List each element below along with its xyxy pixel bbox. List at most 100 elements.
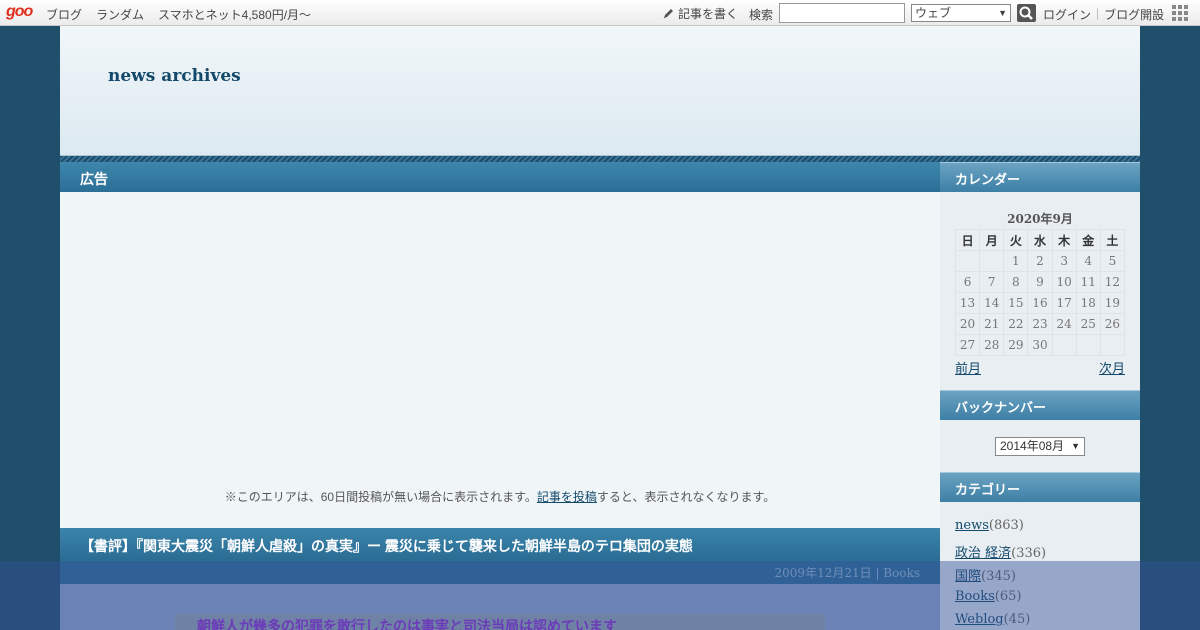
- category-count: (863): [988, 518, 1024, 533]
- search-label: 検索: [749, 8, 774, 22]
- calendar-day: 8: [1003, 271, 1029, 293]
- ad-note: ※このエリアは、60日間投稿が無い場合に表示されます。記事を投稿すると、表示され…: [60, 488, 940, 505]
- post-meta: 2009年12月21日 | Books: [60, 560, 940, 584]
- ad-area: [60, 192, 940, 528]
- calendar-day: 14: [979, 292, 1005, 314]
- top-nav: ブログ ランダム スマホとネット4,580円/月～: [46, 6, 311, 23]
- calendar-next-link[interactable]: 次月: [1099, 358, 1125, 377]
- weekday: 月: [979, 229, 1005, 251]
- category-link[interactable]: Books: [955, 589, 995, 604]
- backnumber-value: 2014年08月: [1000, 439, 1065, 453]
- dropdown-arrow-icon: ▼: [1071, 441, 1080, 451]
- account-links: ログイン | ブログ開設: [1043, 6, 1164, 23]
- nav-random-link[interactable]: ランダム: [96, 6, 144, 23]
- calendar-day: 30: [1027, 334, 1053, 356]
- calendar-day: 7: [979, 271, 1005, 293]
- divider: |: [1096, 6, 1100, 20]
- write-post-label: 記事を書く: [678, 7, 739, 21]
- calendar-day: 5: [1099, 250, 1126, 272]
- login-link[interactable]: ログイン: [1043, 6, 1091, 23]
- list-item: 国際(345): [955, 565, 1046, 589]
- calendar-table: 日 月 火 水 木 金 土 1 2 3 4 5 6 7 8 9 10 11 12…: [954, 229, 1126, 356]
- calendar-day: [1099, 334, 1126, 356]
- post-body: 朝鮮人が幾多の犯罪を敢行したのは事実と司法当局は認めています: [60, 584, 940, 630]
- weekday: 木: [1051, 229, 1077, 251]
- write-post-inline-link[interactable]: 記事を投稿: [537, 490, 597, 504]
- post-title[interactable]: 【書評】『関東大震災「朝鮮人虐殺」の真実』ー 震災に乗じて襲来した朝鮮半島のテロ…: [60, 528, 940, 560]
- calendar-day: 19: [1099, 292, 1126, 314]
- category-count: (65): [994, 588, 1022, 604]
- blog-header: news archives: [60, 26, 1140, 156]
- calendar-day: 10: [1051, 271, 1077, 293]
- calendar-day: 13: [954, 292, 981, 314]
- calendar-day: [979, 250, 1005, 272]
- top-toolbar: goo ブログ ランダム スマホとネット4,580円/月～ 記事を書く 検索 ウ…: [0, 0, 1200, 26]
- calendar-day: 18: [1075, 292, 1101, 314]
- post-image: 朝鮮人が幾多の犯罪を敢行したのは事実と司法当局は認めています: [175, 614, 825, 630]
- list-item: Books(65): [955, 589, 1046, 613]
- post-date: 2009年12月21日: [774, 566, 872, 580]
- calendar-day: 20: [954, 313, 981, 335]
- goo-logo[interactable]: goo: [6, 3, 33, 21]
- list-item: Weblog(45): [955, 612, 1046, 630]
- category-count: (336): [1011, 545, 1047, 561]
- category-count: (45): [1003, 612, 1031, 627]
- weekday: 金: [1075, 229, 1101, 251]
- nav-promo-link[interactable]: スマホとネット4,580円/月～: [158, 6, 311, 23]
- calendar-day: 17: [1051, 292, 1077, 314]
- calendar-day: 22: [1003, 313, 1029, 335]
- calendar-day: [1051, 334, 1077, 356]
- calendar-day: 15: [1003, 292, 1029, 314]
- calendar-month: 2020年9月: [1007, 212, 1073, 226]
- ad-heading: 広告: [60, 162, 940, 192]
- category-heading: カテゴリー: [940, 472, 1140, 502]
- weekday: 日: [954, 229, 981, 251]
- ad-note-text: ※このエリアは、60日間投稿が無い場合に表示されます。: [224, 490, 537, 504]
- nav-blog-link[interactable]: ブログ: [46, 6, 82, 23]
- calendar-day: 4: [1075, 250, 1101, 272]
- calendar-day: 25: [1075, 313, 1101, 335]
- write-post-link[interactable]: 記事を書く: [662, 5, 738, 22]
- search-input[interactable]: [779, 3, 905, 23]
- search-scope-value: ウェブ: [915, 6, 952, 20]
- apps-grid-icon[interactable]: [1172, 5, 1188, 21]
- calendar-day: 27: [954, 334, 981, 356]
- calendar-day: 21: [979, 313, 1005, 335]
- main-column: 広告 ※このエリアは、60日間投稿が無い場合に表示されます。記事を投稿すると、表…: [60, 162, 940, 630]
- backnumber-select[interactable]: 2014年08月 ▼: [995, 437, 1085, 456]
- weekday: 土: [1099, 229, 1126, 251]
- blog-title[interactable]: news archives: [108, 66, 241, 86]
- blog-signup-link[interactable]: ブログ開設: [1104, 6, 1164, 23]
- calendar-day: [954, 250, 981, 272]
- calendar-day: 12: [1099, 271, 1126, 293]
- calendar-day: [1075, 334, 1101, 356]
- calendar-prev-link[interactable]: 前月: [955, 358, 981, 377]
- dropdown-arrow-icon: ▼: [998, 8, 1007, 18]
- pencil-icon: [663, 9, 673, 19]
- category-list: news(863) 政治 経済(336) 国際(345) Books(65) W…: [955, 518, 1046, 630]
- post-category-link[interactable]: Books: [883, 566, 920, 580]
- calendar-day: 16: [1027, 292, 1053, 314]
- category-link[interactable]: 国際: [955, 569, 981, 584]
- calendar-day: 2: [1027, 250, 1053, 272]
- weekday: 水: [1027, 229, 1053, 251]
- search-button[interactable]: [1017, 4, 1036, 22]
- category-link[interactable]: Weblog: [955, 612, 1004, 627]
- search-scope-select[interactable]: ウェブ ▼: [911, 4, 1011, 22]
- calendar-day: 6: [954, 271, 981, 293]
- calendar-day: 3: [1051, 250, 1077, 272]
- calendar-day: 11: [1075, 271, 1101, 293]
- weekday: 火: [1003, 229, 1029, 251]
- calendar-day: 24: [1051, 313, 1077, 335]
- calendar-heading: カレンダー: [940, 162, 1140, 192]
- calendar-day: 9: [1027, 271, 1053, 293]
- calendar-day: 28: [979, 334, 1005, 356]
- page-container: news archives 広告 ※このエリアは、60日間投稿が無い場合に表示さ…: [60, 26, 1140, 630]
- list-item: 政治 経済(336): [955, 542, 1046, 566]
- category-link[interactable]: 政治 経済: [955, 546, 1011, 561]
- backnumber-heading: バックナンバー: [940, 390, 1140, 420]
- magnifier-icon: [1019, 6, 1033, 20]
- category-link[interactable]: news: [955, 518, 989, 533]
- calendar-day: 26: [1099, 313, 1126, 335]
- sidebar: カレンダー 2020年9月 日 月 火 水 木 金 土 1 2 3 4 5 6 …: [940, 162, 1140, 630]
